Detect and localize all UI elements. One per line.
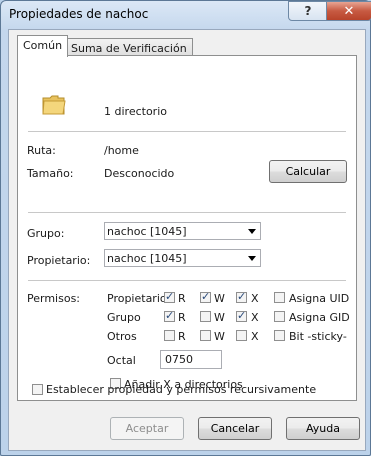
- chevron-down-icon: [248, 256, 256, 261]
- w-label: W: [214, 292, 225, 305]
- propietario-select[interactable]: nachoc [1045]: [104, 249, 261, 267]
- aceptar-button[interactable]: Aceptar: [110, 417, 184, 440]
- sticky-bit-label: Bit -sticky-: [289, 330, 347, 343]
- checkbox-grupo-x[interactable]: [236, 309, 247, 322]
- checkbox-recursive[interactable]: [32, 384, 43, 395]
- perm-row-label-grupo: Grupo: [107, 311, 141, 324]
- tamano-value: Desconocido: [104, 167, 175, 180]
- grupo-value: nachoc [1045]: [107, 225, 187, 238]
- perm-row-label-propietario: Propietario: [107, 292, 167, 305]
- w-label: W: [214, 311, 225, 324]
- window-title: Propiedades de nachoc: [9, 7, 149, 21]
- checkbox-otros-r[interactable]: [164, 330, 175, 341]
- checkbox-propietario-x[interactable]: [236, 290, 247, 303]
- propietario-value: nachoc [1045]: [107, 252, 187, 265]
- x-label: X: [251, 330, 259, 343]
- checkbox-asigna-uid[interactable]: [274, 292, 285, 303]
- ruta-value: /home: [104, 144, 139, 157]
- divider: [28, 280, 346, 281]
- octal-label: Octal: [107, 354, 136, 367]
- close-icon[interactable]: ✕: [326, 1, 371, 21]
- divider: [28, 131, 346, 132]
- x-label: X: [251, 311, 259, 324]
- tab-panel-comun: 1 directorio Ruta: /home Tamaño: Descono…: [17, 55, 357, 401]
- help-icon[interactable]: ?: [288, 1, 328, 21]
- r-label: R: [178, 330, 186, 343]
- w-label: W: [214, 330, 225, 343]
- calcular-button[interactable]: Calcular: [269, 160, 347, 183]
- checkbox-otros-w[interactable]: [200, 330, 211, 341]
- checkbox-propietario-w[interactable]: [200, 290, 211, 303]
- checkbox-grupo-w[interactable]: [200, 311, 211, 322]
- tab-comun[interactable]: Común: [17, 35, 69, 57]
- checkbox-otros-x[interactable]: [236, 330, 247, 341]
- r-label: R: [178, 311, 186, 324]
- tamano-label: Tamaño:: [27, 167, 74, 180]
- ayuda-button[interactable]: Ayuda: [286, 417, 360, 440]
- permisos-label: Permisos:: [27, 292, 81, 305]
- checkbox-asigna-gid[interactable]: [274, 311, 285, 322]
- divider: [28, 212, 346, 213]
- folder-icon: [42, 95, 66, 115]
- checkbox-grupo-r[interactable]: [164, 309, 175, 322]
- octal-input[interactable]: 0750: [160, 350, 222, 369]
- dialog-client: Común Suma de Verificación 1 directorio …: [8, 29, 366, 451]
- x-label: X: [251, 292, 259, 305]
- asigna-uid-label: Asigna UID: [289, 292, 350, 305]
- grupo-select[interactable]: nachoc [1045]: [104, 222, 261, 240]
- asigna-gid-label: Asigna GID: [289, 311, 350, 324]
- grupo-label: Grupo:: [27, 227, 65, 240]
- cancelar-button[interactable]: Cancelar: [198, 417, 272, 440]
- properties-dialog: Propiedades de nachoc ? ✕ Común Suma de …: [0, 0, 371, 456]
- checkbox-propietario-r[interactable]: [164, 290, 175, 303]
- chevron-down-icon: [248, 229, 256, 234]
- r-label: R: [178, 292, 186, 305]
- ruta-label: Ruta:: [27, 144, 56, 157]
- perm-row-label-otros: Otros: [107, 330, 137, 343]
- checkbox-sticky-bit[interactable]: [274, 330, 285, 341]
- propietario-label: Propietario:: [27, 254, 91, 267]
- recursive-label: Establecer propiedad y permisos recursiv…: [46, 383, 317, 396]
- summary-text: 1 directorio: [104, 105, 167, 118]
